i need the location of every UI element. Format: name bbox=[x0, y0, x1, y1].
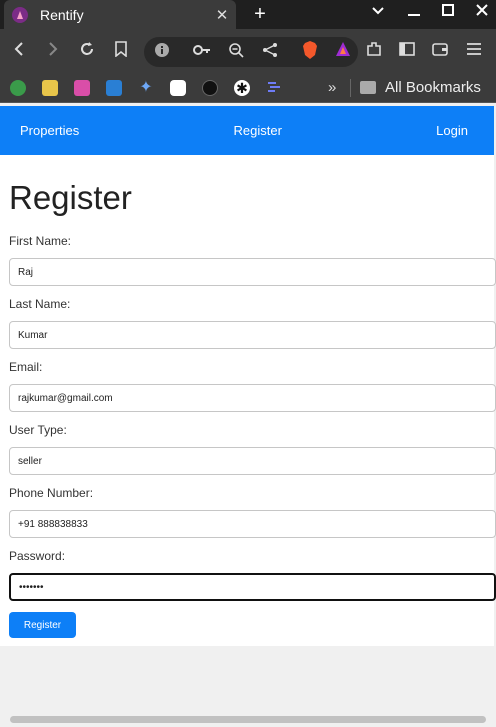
key-icon[interactable] bbox=[192, 42, 212, 62]
email-label: Email: bbox=[9, 360, 43, 374]
extensions-icon[interactable] bbox=[364, 41, 384, 61]
gemini-bookmark-icon[interactable]: ✦ bbox=[138, 80, 154, 96]
browser-toolbar bbox=[0, 29, 496, 73]
menu-icon[interactable] bbox=[464, 41, 484, 61]
sidebar-icon[interactable] bbox=[397, 41, 417, 61]
horizontal-scrollbar[interactable] bbox=[0, 712, 496, 727]
chatgpt-bookmark-icon[interactable] bbox=[170, 80, 186, 96]
rentify-favicon-icon bbox=[12, 6, 28, 23]
nav-properties-link[interactable]: Properties bbox=[20, 123, 79, 138]
bookmarks-separator bbox=[350, 79, 351, 97]
nav-login-link[interactable]: Login bbox=[436, 123, 468, 138]
bookmark-icon[interactable] bbox=[111, 41, 131, 61]
back-icon[interactable] bbox=[9, 41, 29, 61]
email-field[interactable] bbox=[9, 384, 496, 412]
tab-list-icon[interactable] bbox=[368, 3, 388, 22]
share-icon[interactable] bbox=[260, 42, 280, 62]
bookmark-9-icon[interactable] bbox=[266, 80, 282, 96]
tab-title: Rentify bbox=[40, 6, 84, 23]
close-window-icon[interactable] bbox=[472, 3, 492, 21]
site-info-icon[interactable] bbox=[152, 42, 172, 62]
phone-number-field[interactable] bbox=[9, 510, 496, 538]
password-label: Password: bbox=[9, 549, 66, 563]
zoom-out-icon[interactable] bbox=[226, 42, 246, 62]
new-tab-button[interactable]: + bbox=[250, 3, 270, 26]
minimize-icon[interactable] bbox=[404, 3, 424, 22]
user-type-label: User Type: bbox=[9, 423, 67, 437]
brave-rewards-icon[interactable] bbox=[333, 41, 353, 61]
first-name-field[interactable] bbox=[9, 258, 496, 286]
register-submit-button[interactable]: Register bbox=[9, 612, 76, 638]
bookmark-4-icon[interactable] bbox=[106, 80, 122, 96]
bookmark-8-icon[interactable]: ✱ bbox=[234, 80, 250, 96]
page-content: Properties Register Login Register First… bbox=[0, 106, 496, 646]
scrollbar-thumb[interactable] bbox=[10, 716, 486, 723]
password-field[interactable] bbox=[9, 573, 496, 601]
brave-shields-icon[interactable] bbox=[300, 41, 320, 61]
page-title: Register bbox=[9, 179, 132, 216]
address-bar[interactable] bbox=[144, 37, 358, 67]
reload-icon[interactable] bbox=[77, 41, 97, 61]
bookmark-3-icon[interactable] bbox=[74, 80, 90, 96]
bookmark-2-icon[interactable] bbox=[42, 80, 58, 96]
last-name-label: Last Name: bbox=[9, 297, 71, 311]
bookmark-1-icon[interactable] bbox=[10, 80, 26, 96]
close-tab-icon[interactable]: ✕ bbox=[212, 6, 232, 24]
wallet-icon[interactable] bbox=[430, 41, 450, 61]
forward-icon[interactable] bbox=[43, 41, 63, 61]
register-form: Register First Name: Last Name: Email: U… bbox=[0, 179, 496, 638]
bookmarks-bar: ✦ ✱ » All Bookmarks bbox=[0, 73, 496, 103]
phone-number-label: Phone Number: bbox=[9, 486, 94, 500]
last-name-field[interactable] bbox=[9, 321, 496, 349]
user-type-field[interactable] bbox=[9, 447, 496, 475]
maximize-icon[interactable] bbox=[438, 3, 458, 21]
site-navbar: Properties Register Login bbox=[0, 106, 494, 155]
browser-tab[interactable]: Rentify ✕ bbox=[4, 0, 236, 29]
folder-icon bbox=[360, 81, 376, 94]
bookmark-7-icon[interactable] bbox=[202, 80, 218, 96]
more-bookmarks-icon[interactable]: » bbox=[328, 79, 336, 96]
all-bookmarks-link[interactable]: All Bookmarks bbox=[385, 79, 481, 96]
tab-bar: Rentify ✕ + bbox=[0, 0, 496, 29]
first-name-label: First Name: bbox=[9, 234, 72, 248]
nav-register-link[interactable]: Register bbox=[234, 123, 282, 138]
